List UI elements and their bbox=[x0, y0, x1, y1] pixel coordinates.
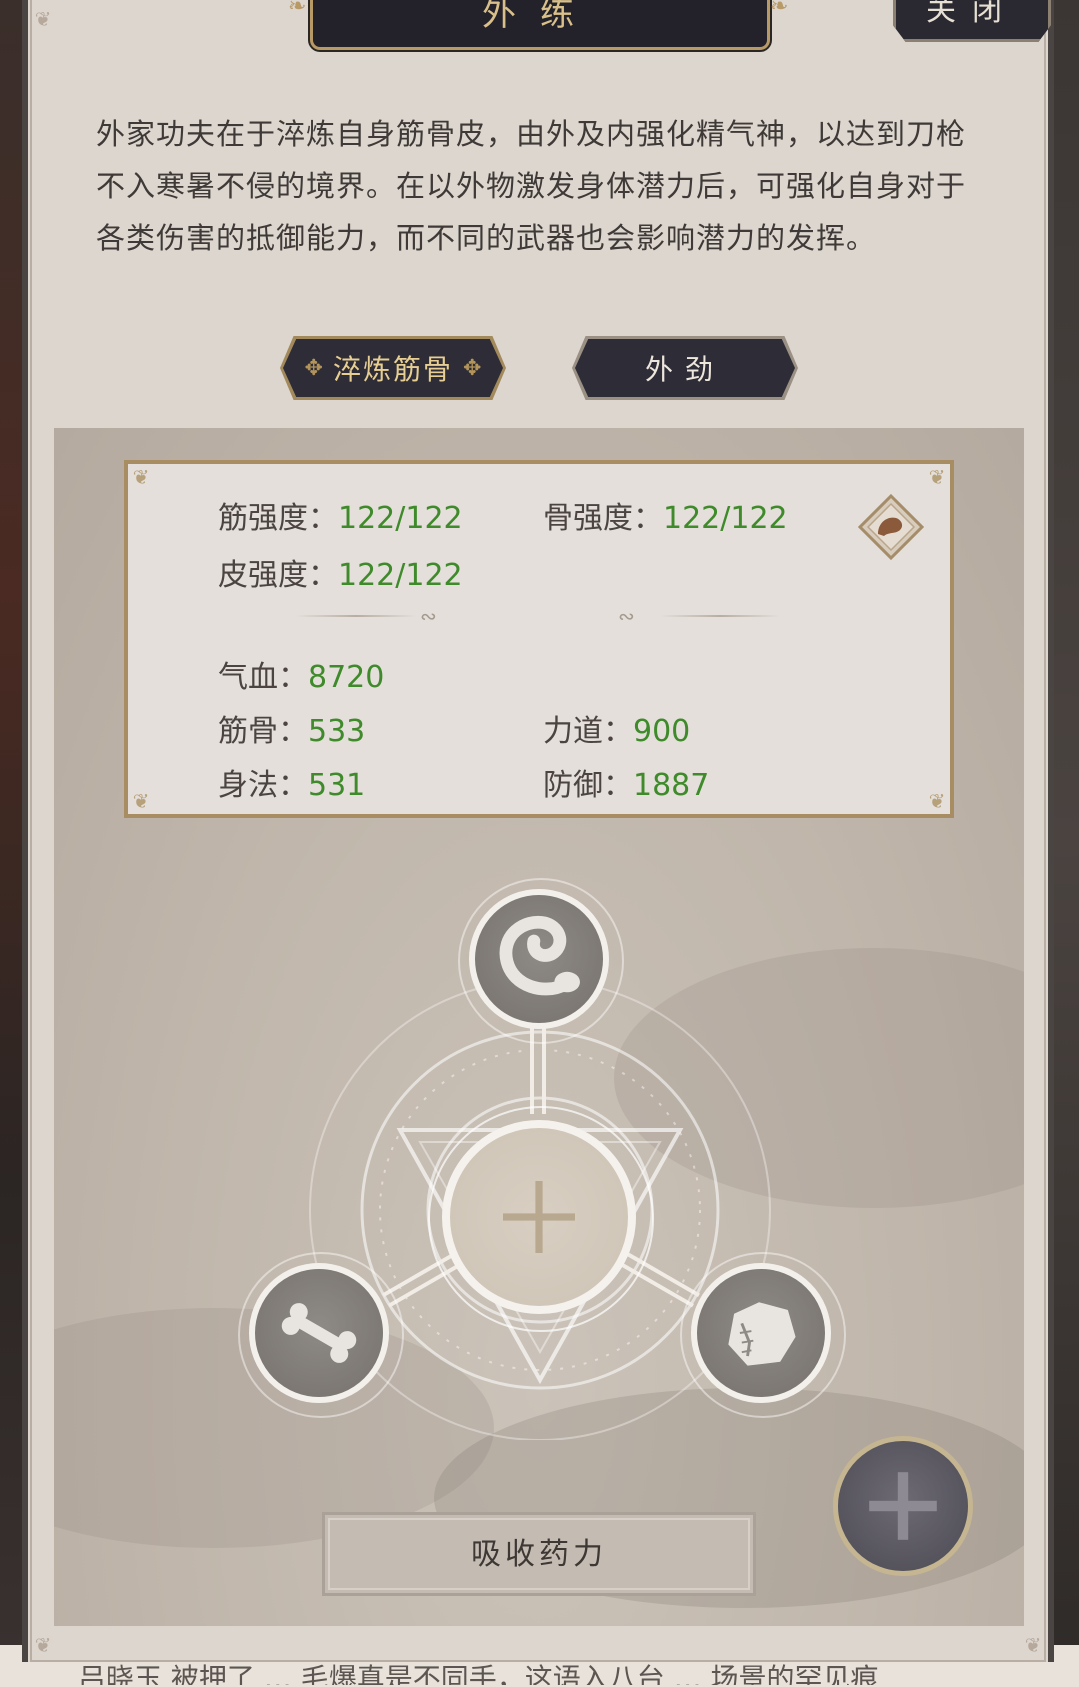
corner-ornament: ❦ bbox=[928, 789, 946, 813]
add-floating-button[interactable] bbox=[833, 1436, 973, 1576]
stat-value: 122/122 bbox=[338, 558, 463, 593]
divider-ornament-icon: ∾ bbox=[618, 604, 635, 628]
page-title: 外练 bbox=[482, 0, 598, 34]
corner-ornament-bl: ❦ bbox=[34, 1633, 52, 1657]
stat-label: 骨强度： bbox=[543, 501, 663, 536]
skin-node[interactable] bbox=[691, 1263, 831, 1403]
stat-label: 气血： bbox=[218, 660, 308, 695]
divider-line bbox=[660, 615, 780, 617]
stat-strength: 力道：900 bbox=[543, 706, 690, 750]
stat-label: 防御： bbox=[543, 768, 633, 803]
background-scenery-right bbox=[1053, 0, 1079, 1687]
tab-label: 淬炼筋骨 bbox=[332, 353, 453, 386]
stat-value: 1887 bbox=[633, 768, 710, 803]
tab-temper-tendons-bones[interactable]: ✥ 淬炼筋骨 ✥ bbox=[280, 336, 506, 400]
tab-external-force[interactable]: 外劲 bbox=[572, 336, 798, 400]
stat-tendon-strength: 筋强度：122/122 bbox=[218, 493, 463, 537]
title-tab: 外练 bbox=[310, 0, 770, 50]
divider-ornament-icon: ∾ bbox=[420, 604, 437, 628]
bone-icon bbox=[281, 1303, 357, 1363]
corner-ornament-br: ❦ bbox=[1024, 1633, 1042, 1657]
stat-hp: 气血：8720 bbox=[218, 652, 384, 696]
stat-value: 533 bbox=[308, 714, 366, 749]
tab-label: 外劲 bbox=[644, 353, 725, 386]
tendon-icon bbox=[499, 915, 580, 996]
stat-defense: 防御：1887 bbox=[543, 760, 709, 804]
description-text: 外家功夫在于淬炼自身筋骨皮，由外及内强化精气神，以达到刀枪不入寒暑不侵的境界。在… bbox=[96, 117, 967, 255]
stat-label: 力道： bbox=[543, 714, 633, 749]
tendon-node[interactable] bbox=[469, 889, 609, 1029]
muscle-badge-icon[interactable] bbox=[858, 494, 924, 560]
skin-icon bbox=[728, 1302, 796, 1366]
corner-ornament-tl: ❦ bbox=[34, 7, 52, 31]
stat-label: 皮强度： bbox=[218, 558, 338, 593]
title-ornament-left-icon: ❧ bbox=[288, 0, 307, 19]
divider-line bbox=[296, 615, 416, 617]
plus-icon bbox=[503, 1181, 575, 1253]
close-button[interactable]: 关闭 bbox=[893, 0, 1051, 42]
stat-label: 身法： bbox=[218, 768, 308, 803]
title-ornament-right-icon: ❧ bbox=[770, 0, 789, 19]
corner-ornament: ❦ bbox=[928, 465, 946, 489]
center-add-node[interactable] bbox=[442, 1120, 636, 1314]
stat-physique: 筋骨：533 bbox=[218, 706, 365, 750]
bone-node[interactable] bbox=[249, 1263, 389, 1403]
stat-skin-strength: 皮强度：122/122 bbox=[218, 550, 463, 594]
stat-agility: 身法：531 bbox=[218, 760, 365, 804]
plus-icon bbox=[869, 1472, 937, 1540]
stat-label: 筋骨： bbox=[218, 714, 308, 749]
stat-bone-strength: 骨强度：122/122 bbox=[543, 493, 788, 537]
stat-value: 900 bbox=[633, 714, 691, 749]
stat-value: 122/122 bbox=[338, 501, 463, 536]
background-chat-text: 吕晓玉 被押了 … 毛爆真是不同手，这语入八台 … 场景的罕见痕 bbox=[78, 1662, 879, 1685]
tab-ornament-icon: ✥ bbox=[463, 355, 482, 381]
absorb-medicine-button[interactable]: 吸收药力 bbox=[322, 1512, 756, 1596]
stat-label: 筋强度： bbox=[218, 501, 338, 536]
tab-ornament-icon: ✥ bbox=[304, 355, 323, 381]
corner-ornament: ❦ bbox=[132, 789, 150, 813]
stat-value: 122/122 bbox=[663, 501, 788, 536]
corner-ornament: ❦ bbox=[132, 465, 150, 489]
stat-value: 8720 bbox=[308, 660, 385, 695]
stat-value: 531 bbox=[308, 768, 366, 803]
